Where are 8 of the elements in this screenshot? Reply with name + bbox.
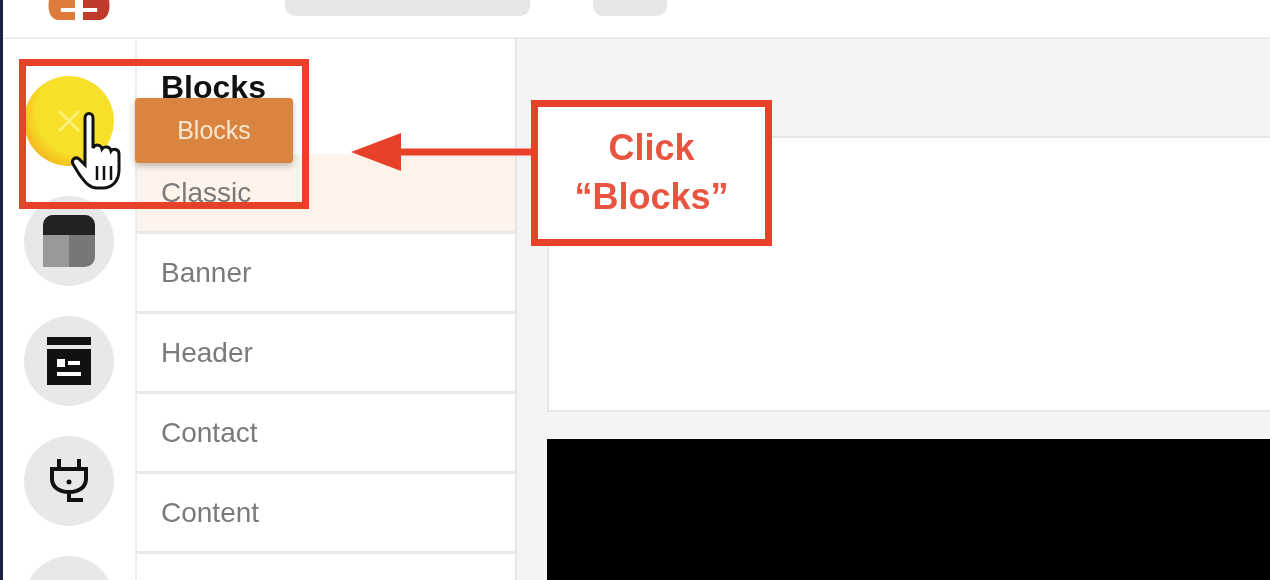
plug-icon — [49, 457, 89, 505]
tooltip: Blocks — [135, 98, 293, 163]
layout-icon — [43, 215, 95, 267]
hand-cursor-icon — [70, 112, 121, 190]
close-icon — [56, 108, 82, 134]
header-icon — [47, 337, 91, 385]
callout-text: Click “Blocks” — [573, 126, 730, 219]
top-bar-field[interactable] — [285, 0, 530, 16]
